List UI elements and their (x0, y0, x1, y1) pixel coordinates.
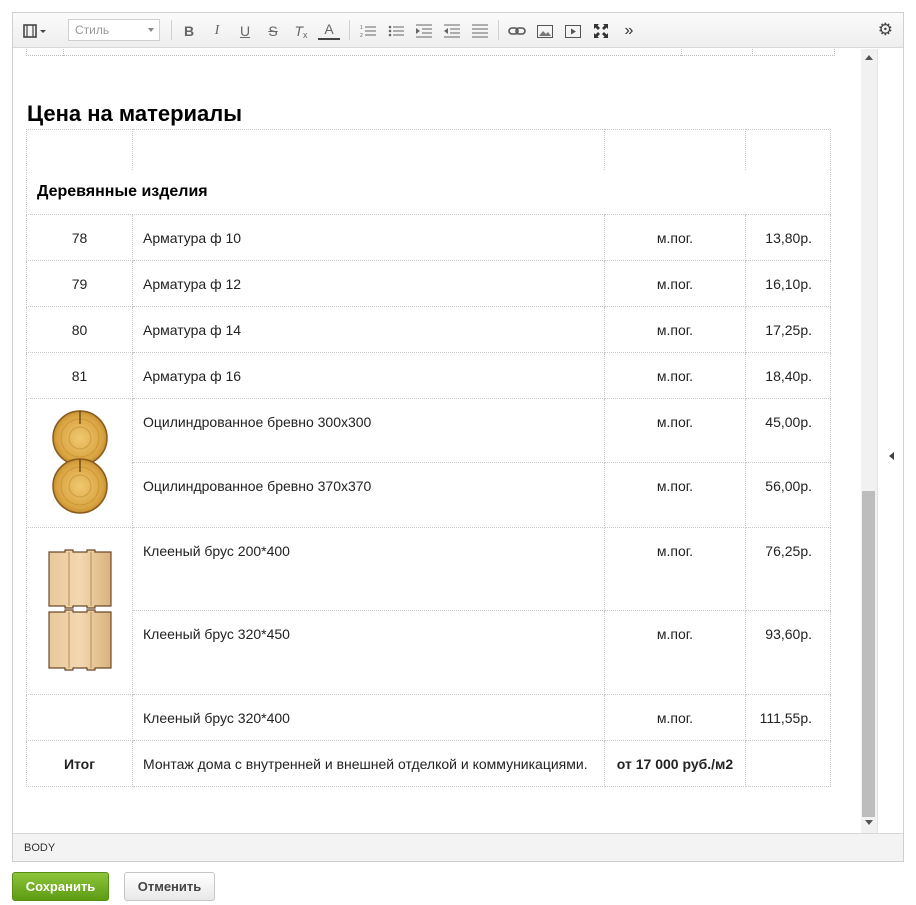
row-name: Арматура ф 16 (132, 352, 605, 399)
scroll-down-icon[interactable] (865, 820, 873, 825)
row-name: Арматура ф 10 (132, 214, 605, 261)
strike-icon[interactable]: S (262, 20, 284, 42)
row-unit: м.пог. (604, 260, 746, 307)
row-unit: м.пог. (604, 462, 746, 528)
align-icon[interactable] (469, 20, 491, 42)
row-unit: м.пог. (604, 527, 746, 611)
section-title: Деревянные изделия (37, 182, 208, 200)
beam-image-cell (26, 527, 133, 695)
row-number: 81 (26, 352, 133, 399)
image-icon[interactable] (534, 20, 556, 42)
round-log-image (51, 409, 108, 514)
toolbar-separator (349, 20, 350, 40)
row-name: Клееный брус 320*400 (132, 694, 605, 741)
row-unit: м.пог. (604, 694, 746, 741)
row-price: 56,00р. (745, 462, 831, 528)
side-panel (877, 49, 903, 833)
row-number (26, 694, 133, 741)
total-price (745, 740, 831, 787)
scroll-up-icon[interactable] (865, 55, 873, 60)
row-name: Оцилиндрованное бревно 370х370 (132, 462, 605, 528)
row-number: 79 (26, 260, 133, 307)
table-row (26, 129, 831, 170)
ordered-list-icon[interactable]: 12 (357, 20, 379, 42)
table-row: 81 Арматура ф 16 м.пог. 18,40р. (26, 352, 831, 399)
row-name: Клееный брус 320*450 (132, 610, 605, 695)
status-bar: BODY (13, 833, 903, 861)
editor-toolbar: Стиль B I U S Tx A 12 » ⚙ (13, 13, 903, 48)
row-number: 80 (26, 306, 133, 353)
table-row: Оцилиндрованное бревно 370х370 м.пог. 56… (27, 462, 831, 528)
row-unit: м.пог. (604, 610, 746, 695)
style-select-value: Стиль (75, 23, 110, 37)
row-unit: м.пог. (604, 306, 746, 353)
font-color-icon[interactable]: A (318, 20, 340, 40)
italic-icon[interactable]: I (206, 20, 228, 42)
glued-beam-image (47, 548, 112, 671)
row-name: Арматура ф 12 (132, 260, 605, 307)
style-select[interactable]: Стиль (68, 19, 160, 41)
row-price: 45,00р. (745, 398, 831, 463)
section-row: Деревянные изделия (26, 169, 831, 215)
row-number: 78 (26, 214, 133, 261)
link-icon[interactable] (506, 20, 528, 42)
indent-icon[interactable] (413, 20, 435, 42)
table-row: Клееный брус 320*400 м.пог. 111,55р. (26, 694, 831, 741)
svg-text:2: 2 (360, 33, 363, 38)
editor-content[interactable]: Цена на материалы Деревянные изделия 78 … (13, 49, 861, 833)
row-unit: м.пог. (604, 352, 746, 399)
table-row: Клееный брус 200*400 м.пог. 76,25р. (26, 527, 831, 695)
fullscreen-icon[interactable] (590, 20, 612, 42)
save-button[interactable]: Сохранить (12, 872, 109, 901)
row-price: 76,25р. (745, 527, 831, 611)
toolbar-separator (171, 20, 172, 40)
table-row: 79 Арматура ф 12 м.пог. 16,10р. (26, 260, 831, 307)
price-table: Деревянные изделия 78 Арматура ф 10 м.по… (26, 129, 831, 787)
table-row: Оцилиндрованное бревно 300х300 м.пог. 45… (26, 398, 831, 528)
chevron-down-icon (148, 28, 154, 32)
video-icon[interactable] (562, 20, 584, 42)
row-name: Клееный брус 200*400 (132, 527, 605, 611)
page-title: Цена на материалы (27, 101, 243, 126)
row-price: 93,60р. (745, 610, 831, 695)
settings-icon[interactable]: ⚙ (878, 20, 893, 40)
total-row: Итог Монтаж дома с внутренней и внешней … (26, 740, 831, 787)
table-row: 78 Арматура ф 10 м.пог. 13,80р. (26, 214, 831, 261)
vertical-scrollbar[interactable] (861, 49, 877, 833)
row-name: Арматура ф 14 (132, 306, 605, 353)
scrollbar-thumb[interactable] (862, 491, 875, 817)
toolbar-separator (498, 20, 499, 40)
outdent-icon[interactable] (441, 20, 463, 42)
total-price-per-m2: от 17 000 руб./м2 (604, 740, 746, 787)
unordered-list-icon[interactable] (385, 20, 407, 42)
row-unit: м.пог. (604, 214, 746, 261)
total-label: Итог (26, 740, 133, 787)
row-price: 17,25р. (745, 306, 831, 353)
row-price: 16,10р. (745, 260, 831, 307)
chevron-left-icon[interactable] (889, 452, 894, 460)
previous-table-edge (26, 49, 835, 56)
svg-text:1: 1 (360, 25, 363, 31)
row-price: 13,80р. (745, 214, 831, 261)
row-name: Оцилиндрованное бревно 300х300 (132, 398, 605, 463)
bold-icon[interactable]: B (178, 20, 200, 42)
row-price: 111,55р. (745, 694, 831, 741)
underline-icon[interactable]: U (234, 20, 256, 42)
mode-icon[interactable] (19, 20, 51, 42)
row-unit: м.пог. (604, 398, 746, 463)
more-icon[interactable]: » (618, 20, 640, 42)
log-image-cell (26, 398, 133, 528)
element-path[interactable]: BODY (24, 842, 55, 854)
table-row: Клееный брус 320*450 м.пог. 93,60р. (27, 610, 831, 695)
clear-format-icon[interactable]: Tx (290, 20, 312, 42)
total-description: Монтаж дома с внутренней и внешней отдел… (132, 740, 605, 787)
row-price: 18,40р. (745, 352, 831, 399)
cancel-button[interactable]: Отменить (124, 872, 215, 901)
html-editor: Стиль B I U S Tx A 12 » ⚙ Цена на матери… (12, 12, 904, 862)
table-row: 80 Арматура ф 14 м.пог. 17,25р. (26, 306, 831, 353)
